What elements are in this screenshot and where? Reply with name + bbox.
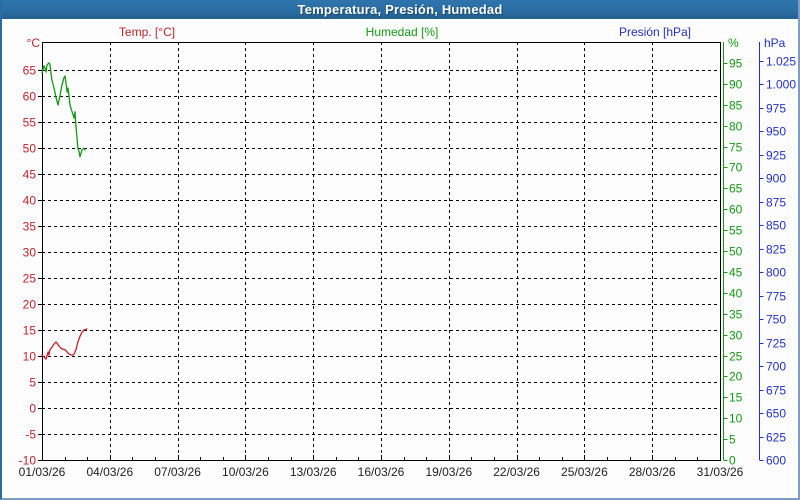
svg-text:90: 90 [729,78,743,92]
svg-text:75: 75 [729,141,743,155]
svg-text:20: 20 [23,298,37,312]
svg-text:600: 600 [766,454,786,468]
svg-text:20: 20 [729,370,743,384]
chart-legend: Temp. [°C] Humedad [%] Presión [hPa] [2,25,798,40]
svg-text:13/03/26: 13/03/26 [290,465,337,479]
svg-text:80: 80 [729,120,743,134]
chart-gridlines [42,42,720,460]
svg-text:1.000: 1.000 [766,78,796,92]
weather-chart-window: Temperatura, Presión, Humedad Temp. [°C]… [0,0,800,500]
legend-temperature: Temp. [°C] [118,25,176,39]
svg-text:875: 875 [766,196,786,210]
svg-text:800: 800 [766,266,786,280]
legend-pressure: Presión [hPa] [618,25,692,39]
data-series [41,62,88,360]
svg-text:775: 775 [766,290,786,304]
svg-text:5: 5 [29,376,36,390]
svg-text:40: 40 [23,194,37,208]
svg-text:10: 10 [729,412,743,426]
svg-text:45: 45 [729,266,743,280]
legend-humidity: Humedad [%] [365,25,439,39]
svg-text:70: 70 [729,161,743,175]
svg-text:85: 85 [729,99,743,113]
svg-text:45: 45 [23,168,37,182]
chart-canvas: -10-50510152025303540455055606501/03/26 0… [19,36,797,479]
svg-text:750: 750 [766,313,786,327]
svg-text:55: 55 [729,224,743,238]
svg-text:10/03/26: 10/03/26 [222,465,269,479]
svg-text:975: 975 [766,102,786,116]
svg-text:-5: -5 [25,428,36,442]
svg-text:22/03/26: 22/03/26 [493,465,540,479]
svg-text:5: 5 [729,433,736,447]
svg-text:675: 675 [766,384,786,398]
window-title: Temperatura, Presión, Humedad [297,2,503,17]
svg-text:07/03/26: 07/03/26 [154,465,201,479]
svg-text:15: 15 [23,324,37,338]
axis-ticks-labels: -10-50510152025303540455055606501/03/26 0… [19,42,796,479]
svg-text:60: 60 [23,90,37,104]
svg-text:30: 30 [729,329,743,343]
svg-text:30: 30 [23,246,37,260]
svg-text:1.025: 1.025 [766,55,796,69]
svg-text:825: 825 [766,243,786,257]
svg-text:04/03/26: 04/03/26 [86,465,133,479]
svg-text:65: 65 [23,64,37,78]
svg-text:25/03/26: 25/03/26 [561,465,608,479]
svg-text:19/03/26: 19/03/26 [425,465,472,479]
svg-text:95: 95 [729,57,743,71]
svg-text:625: 625 [766,431,786,445]
svg-text:725: 725 [766,337,786,351]
svg-text:0: 0 [729,454,736,468]
svg-text:40: 40 [729,287,743,301]
svg-text:01/03/26: 01/03/26 [19,465,66,479]
svg-text:650: 650 [766,407,786,421]
svg-text:25: 25 [729,350,743,364]
svg-text:925: 925 [766,149,786,163]
window-titlebar: Temperatura, Presión, Humedad [2,0,798,19]
svg-text:16/03/26: 16/03/26 [358,465,405,479]
svg-text:31/03/26: 31/03/26 [697,465,744,479]
svg-text:35: 35 [23,220,37,234]
svg-text:50: 50 [729,245,743,259]
svg-text:35: 35 [729,308,743,322]
svg-text:10: 10 [23,350,37,364]
svg-text:900: 900 [766,172,786,186]
svg-text:60: 60 [729,203,743,217]
svg-text:65: 65 [729,182,743,196]
svg-text:700: 700 [766,360,786,374]
svg-text:55: 55 [23,116,37,130]
svg-text:0: 0 [29,402,36,416]
svg-text:50: 50 [23,142,37,156]
svg-text:850: 850 [766,219,786,233]
svg-text:25: 25 [23,272,37,286]
svg-text:950: 950 [766,125,786,139]
svg-text:28/03/26: 28/03/26 [629,465,676,479]
svg-text:15: 15 [729,391,743,405]
